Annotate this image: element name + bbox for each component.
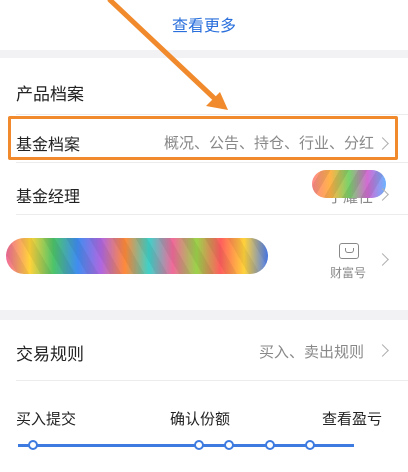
- arrow-annotation-icon: [107, 0, 228, 110]
